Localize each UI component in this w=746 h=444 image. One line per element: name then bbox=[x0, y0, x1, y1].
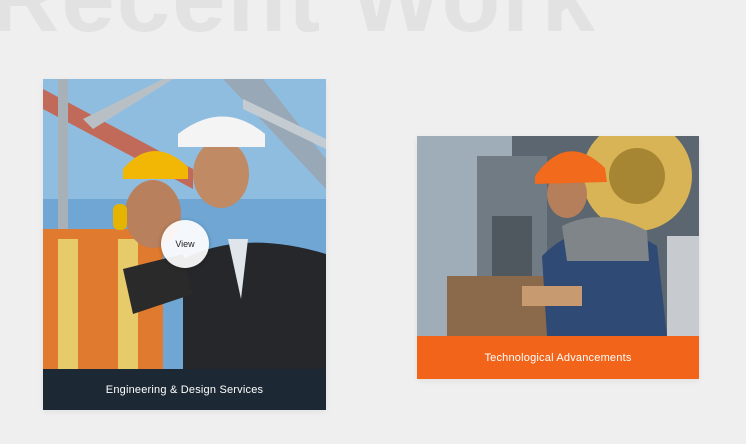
project-title[interactable]: Engineering & Design Services bbox=[43, 369, 326, 410]
view-button[interactable]: View bbox=[161, 220, 209, 268]
project-card-engineering[interactable]: View Engineering & Design Services bbox=[43, 79, 326, 410]
project-card-technology[interactable]: Technological Advancements bbox=[417, 136, 699, 379]
project-title[interactable]: Technological Advancements bbox=[417, 336, 699, 379]
section-heading-watermark: Recent Work bbox=[0, 0, 597, 54]
worker-operating-machine-photo bbox=[417, 136, 699, 336]
